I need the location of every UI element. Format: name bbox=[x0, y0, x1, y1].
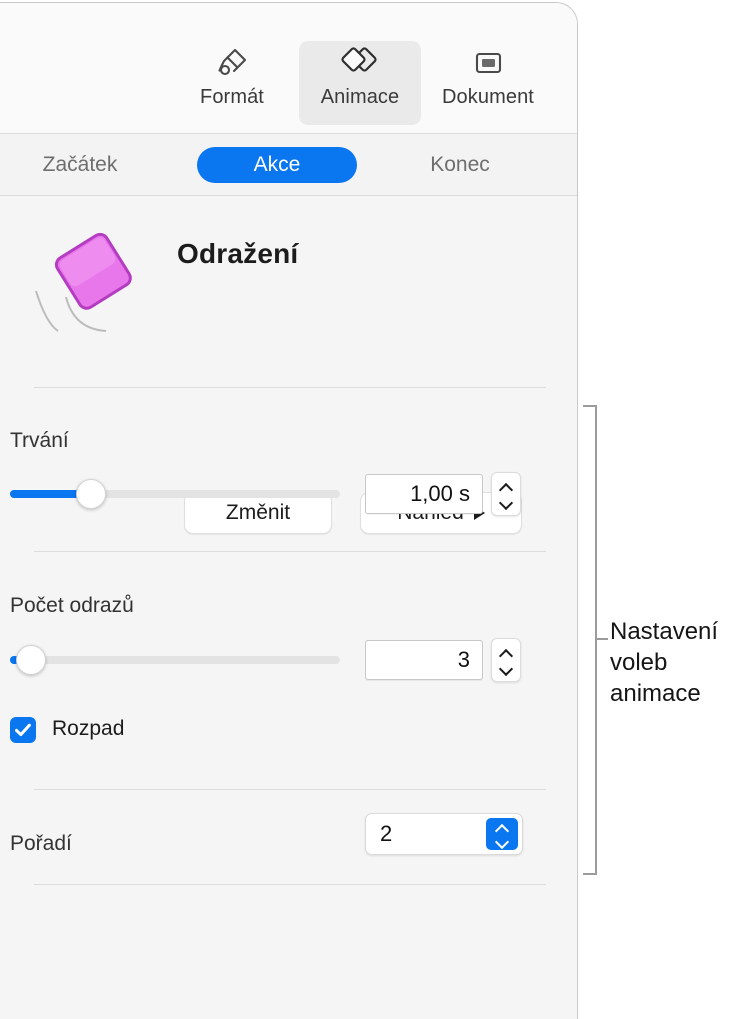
divider bbox=[34, 789, 546, 790]
bounces-stepper[interactable] bbox=[491, 638, 521, 682]
order-label: Pořadí bbox=[10, 832, 72, 855]
paintbrush-icon bbox=[213, 41, 251, 85]
chevron-up-icon[interactable] bbox=[500, 484, 513, 492]
chevron-down-icon[interactable] bbox=[500, 663, 513, 671]
duration-input[interactable]: 1,00 s bbox=[365, 474, 483, 514]
tab-label: Konec bbox=[430, 153, 490, 176]
document-icon bbox=[469, 41, 507, 85]
tab-konec[interactable]: Konec bbox=[395, 147, 525, 183]
order-value: 2 bbox=[380, 821, 393, 846]
inspector-panel: Formát Animace Dokument Začátek Akce Kon… bbox=[0, 2, 578, 1019]
checkmark-icon bbox=[15, 723, 31, 737]
slider-thumb[interactable] bbox=[76, 479, 106, 509]
decay-label[interactable]: Rozpad bbox=[52, 717, 124, 741]
duration-value: 1,00 s bbox=[410, 481, 470, 506]
callout-bracket bbox=[583, 405, 597, 875]
inspector-toolbar: Formát Animace Dokument bbox=[0, 3, 577, 134]
tab-label: Začátek bbox=[42, 153, 118, 176]
bounces-value: 3 bbox=[457, 647, 470, 672]
updown-chevrons-icon[interactable] bbox=[486, 818, 518, 850]
callout-label: Nastavení voleb animace bbox=[610, 618, 719, 707]
chevron-up-icon[interactable] bbox=[500, 650, 513, 658]
chevron-down-icon[interactable] bbox=[500, 497, 513, 505]
divider bbox=[34, 387, 546, 388]
animation-tab-bar: Začátek Akce Konec bbox=[0, 134, 577, 196]
chevron-up-icon bbox=[496, 825, 509, 833]
chevron-down-icon bbox=[496, 836, 509, 844]
animation-title: Odražení bbox=[177, 238, 299, 269]
screenshot-root: Formát Animace Dokument Začátek Akce Kon… bbox=[0, 0, 750, 1019]
divider bbox=[34, 884, 546, 885]
duration-slider[interactable] bbox=[10, 479, 340, 509]
animation-diamonds-icon bbox=[338, 41, 382, 85]
inspector-body: Odražení Změnit Náhled Trvání 1,00 s bbox=[0, 196, 577, 1019]
slider-thumb[interactable] bbox=[16, 645, 46, 675]
toolbar-item-format[interactable]: Formát bbox=[171, 41, 293, 125]
toolbar-item-label: Formát bbox=[200, 86, 264, 108]
bounces-input[interactable]: 3 bbox=[365, 640, 483, 680]
bouncing-square-icon bbox=[22, 219, 152, 344]
decay-checkbox[interactable] bbox=[10, 717, 36, 743]
tab-akce[interactable]: Akce bbox=[197, 147, 357, 183]
callout-tick bbox=[596, 638, 608, 640]
toolbar-item-dokument[interactable]: Dokument bbox=[427, 41, 549, 125]
tab-zacatek[interactable]: Začátek bbox=[13, 147, 147, 183]
order-select[interactable]: 2 bbox=[365, 813, 523, 855]
toolbar-item-label: Dokument bbox=[442, 86, 534, 108]
bounces-slider[interactable] bbox=[10, 645, 340, 675]
duration-label: Trvání bbox=[10, 429, 69, 452]
tab-label: Akce bbox=[253, 153, 301, 176]
slider-track[interactable] bbox=[10, 656, 340, 664]
duration-stepper[interactable] bbox=[491, 472, 521, 516]
toolbar-item-animace[interactable]: Animace bbox=[299, 41, 421, 125]
divider bbox=[34, 551, 546, 552]
bounces-label: Počet odrazů bbox=[10, 594, 134, 617]
toolbar-item-label: Animace bbox=[320, 86, 400, 108]
